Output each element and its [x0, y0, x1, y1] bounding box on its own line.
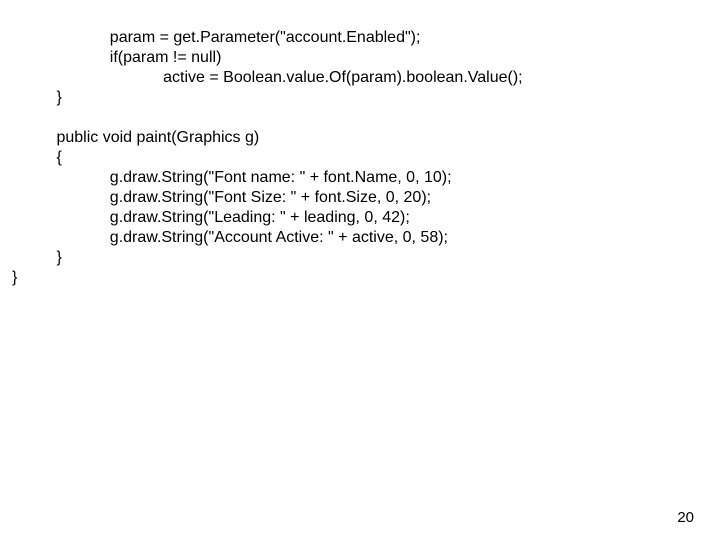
- slide: param = get.Parameter("account.Enabled")…: [0, 0, 720, 540]
- code-line: g.draw.String("Font Size: " + font.Size,…: [12, 189, 431, 206]
- code-line: g.draw.String("Font name: " + font.Name,…: [12, 169, 452, 186]
- code-line: g.draw.String("Leading: " + leading, 0, …: [12, 209, 410, 226]
- code-block: param = get.Parameter("account.Enabled")…: [12, 8, 523, 308]
- code-line: }: [12, 89, 62, 106]
- code-line: g.draw.String("Account Active: " + activ…: [12, 229, 448, 246]
- code-line: active = Boolean.value.Of(param).boolean…: [12, 69, 523, 86]
- code-line: {: [12, 149, 62, 166]
- code-line: param = get.Parameter("account.Enabled")…: [12, 29, 420, 46]
- page-number: 20: [677, 509, 694, 526]
- code-line: public void paint(Graphics g): [12, 129, 259, 146]
- code-line: }: [12, 249, 62, 266]
- code-line: }: [12, 269, 17, 286]
- code-line: if(param != null): [12, 49, 221, 66]
